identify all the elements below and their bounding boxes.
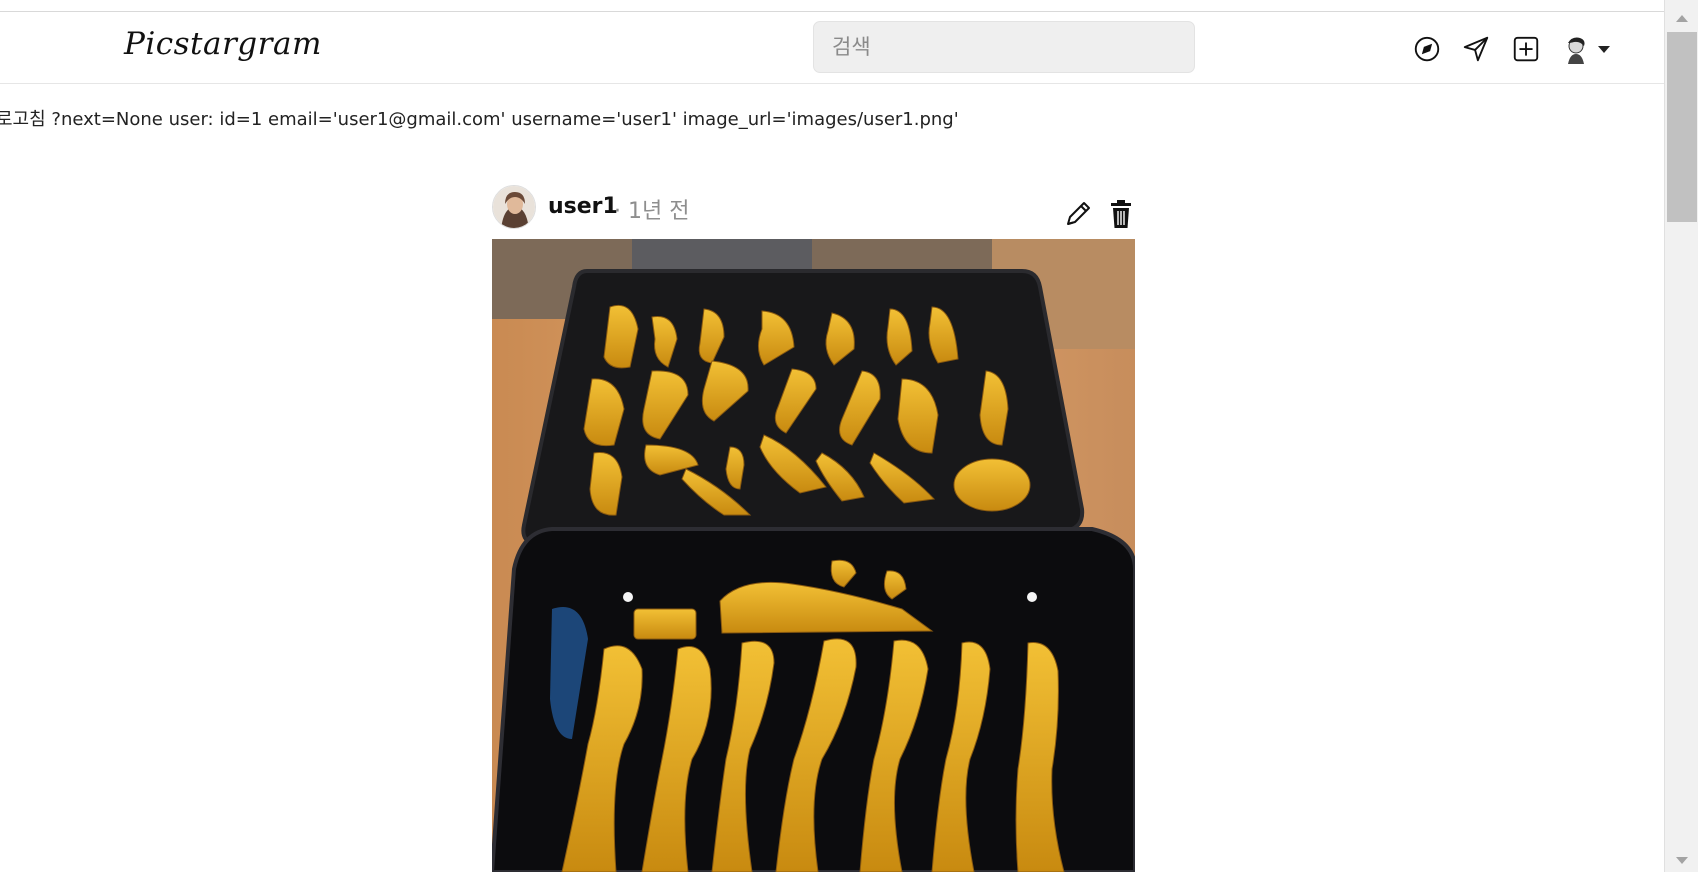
send-icon[interactable] bbox=[1460, 33, 1492, 65]
post-header: user1 · 1년 전 bbox=[492, 185, 1135, 229]
chevron-down-icon bbox=[1598, 45, 1610, 53]
post-username[interactable]: user1 bbox=[548, 194, 618, 219]
top-strip bbox=[0, 0, 1664, 12]
page-scrollbar[interactable] bbox=[1664, 0, 1698, 872]
avatar bbox=[1562, 34, 1590, 64]
profile-menu[interactable] bbox=[1562, 32, 1612, 66]
edit-icon[interactable] bbox=[1061, 197, 1095, 231]
scroll-up-arrow[interactable] bbox=[1665, 6, 1698, 30]
scroll-down-arrow[interactable] bbox=[1665, 848, 1698, 872]
search-input[interactable] bbox=[813, 21, 1195, 73]
debug-text: 로고침 ?next=None user: id=1 email='user1@g… bbox=[0, 109, 959, 130]
logo[interactable]: Picstargram bbox=[124, 26, 322, 62]
explore-icon[interactable] bbox=[1411, 33, 1443, 65]
navbar: Picstargram bbox=[0, 12, 1664, 84]
post-avatar[interactable] bbox=[492, 185, 536, 229]
browser-viewport: Picstargram 검색 로고침 ?next=None user: id=1… bbox=[0, 0, 1664, 872]
add-post-icon[interactable] bbox=[1510, 33, 1542, 65]
scroll-thumb[interactable] bbox=[1667, 32, 1697, 222]
post-image[interactable] bbox=[492, 239, 1135, 872]
delete-icon[interactable] bbox=[1104, 197, 1138, 231]
post-time: · 1년 전 bbox=[614, 199, 690, 224]
